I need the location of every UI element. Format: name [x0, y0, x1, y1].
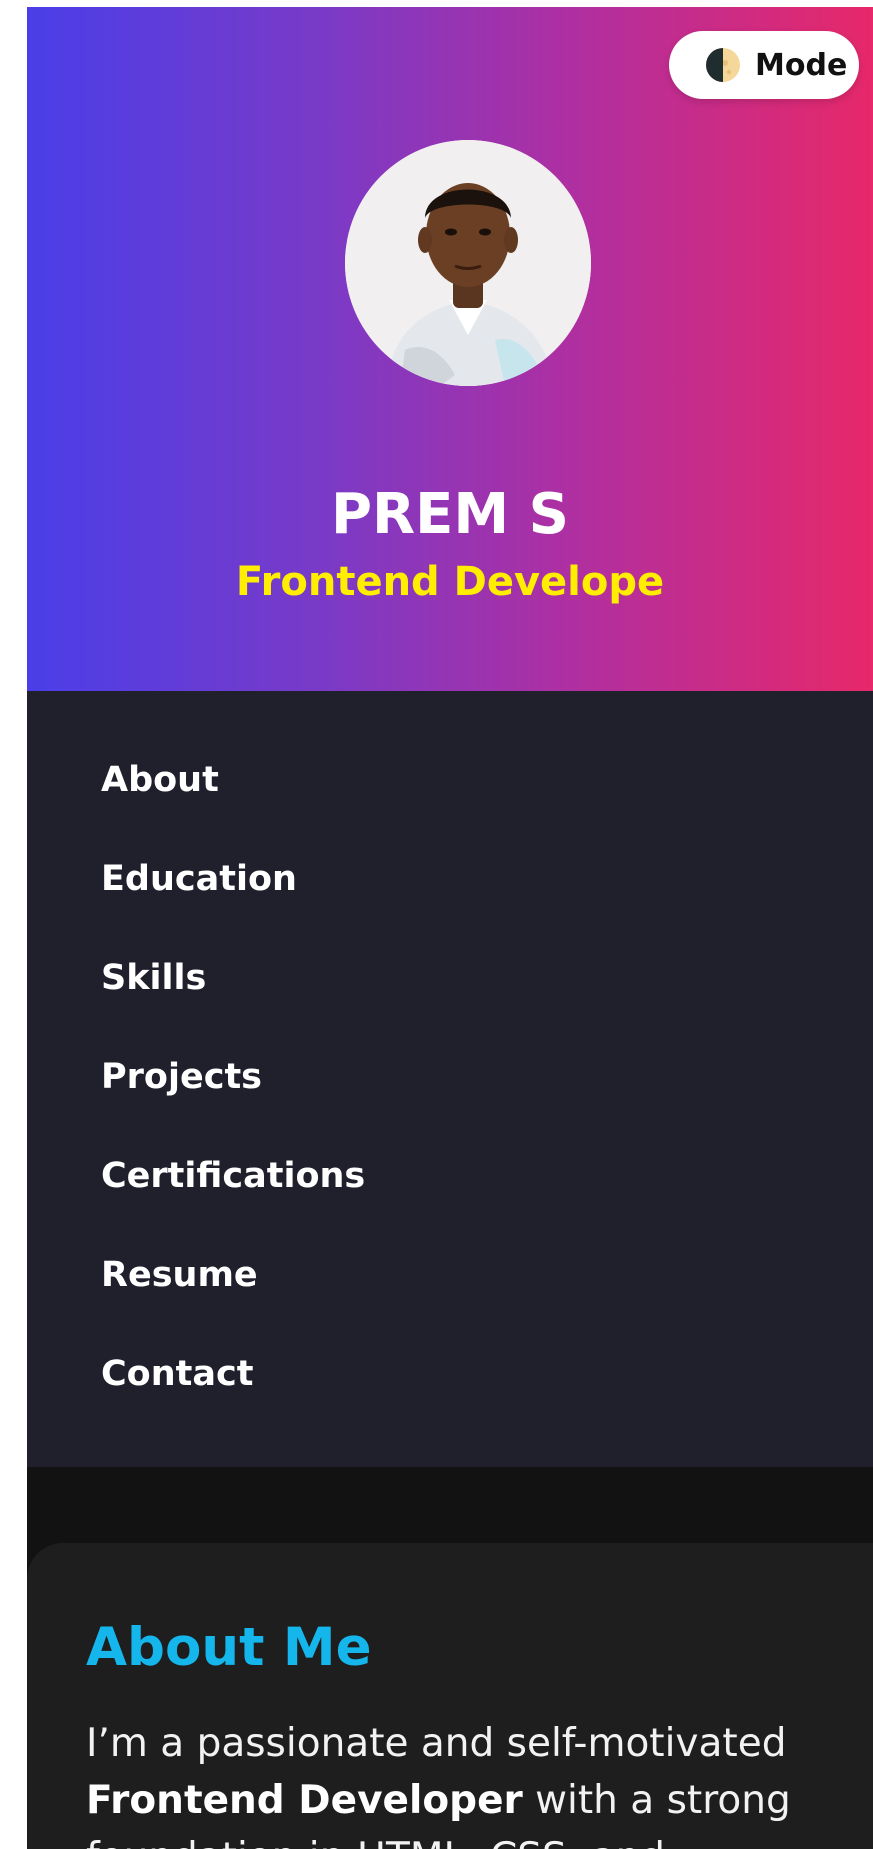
theme-mode-toggle[interactable]: Mode	[669, 31, 859, 99]
profile-photo	[345, 140, 591, 386]
profile-avatar	[345, 140, 591, 386]
hero-header: Mode PREM S Frontend Develope	[27, 7, 873, 691]
mode-label: Mode	[755, 47, 848, 83]
about-text-intro: I’m a passionate and self-motivated	[86, 1721, 787, 1766]
nav-item-about[interactable]: About	[101, 731, 365, 830]
portfolio-page: Mode PREM S Frontend Develope About Educ…	[27, 7, 873, 1849]
profile-name: PREM S	[331, 482, 569, 547]
about-text-highlight: Frontend Developer	[86, 1778, 523, 1823]
nav-item-skills[interactable]: Skills	[101, 929, 365, 1028]
half-moon-icon	[706, 48, 740, 82]
profile-role: Frontend Develope	[235, 559, 665, 605]
about-section: About Me I’m a passionate and self-motiv…	[27, 1543, 873, 1849]
nav-item-contact[interactable]: Contact	[101, 1325, 365, 1424]
nav-item-education[interactable]: Education	[101, 830, 365, 929]
main-nav: About Education Skills Projects Certific…	[27, 691, 873, 1467]
nav-item-certifications[interactable]: Certifications	[101, 1127, 365, 1226]
about-title: About Me	[86, 1617, 372, 1678]
about-text: I’m a passionate and self-motivated Fron…	[86, 1715, 846, 1849]
nav-item-resume[interactable]: Resume	[101, 1226, 365, 1325]
nav-list: About Education Skills Projects Certific…	[101, 731, 365, 1424]
nav-item-projects[interactable]: Projects	[101, 1028, 365, 1127]
